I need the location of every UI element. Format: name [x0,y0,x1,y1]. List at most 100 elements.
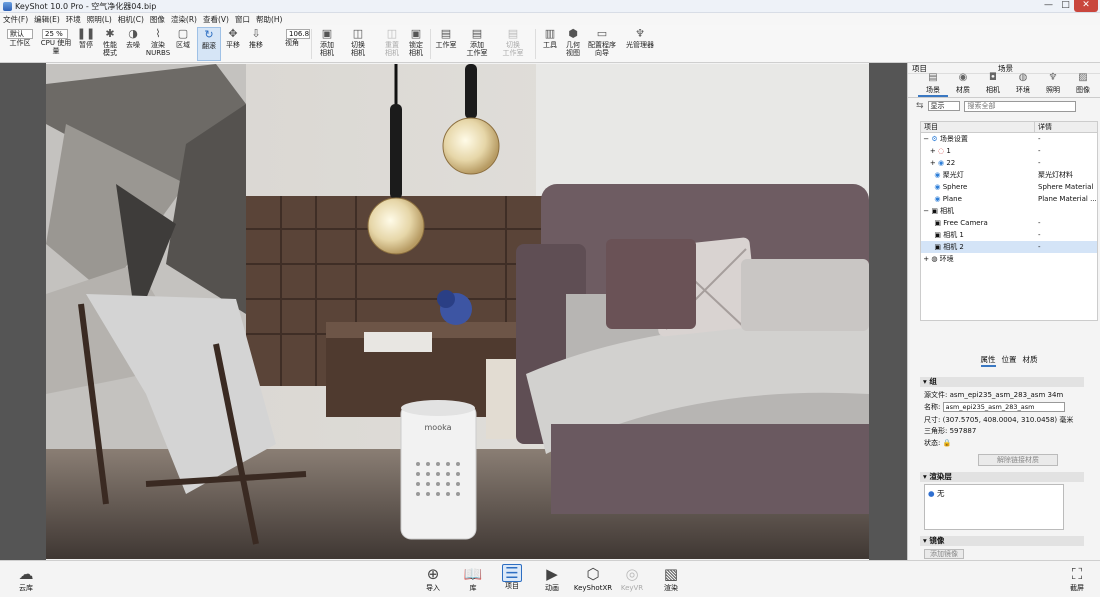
render-button[interactable]: ▧ 渲染 [651,564,691,593]
dolly-icon: ⇩ [251,27,261,40]
menu-file[interactable]: 文件(F) [3,14,28,25]
screenshot-icon: ⛶ [1071,565,1083,583]
tab-position[interactable]: 位置 [1002,353,1017,367]
tab-environment[interactable]: ◍ 环境 [1008,73,1038,97]
layer-item[interactable]: ● 无 [925,485,1063,502]
unlink-material-button[interactable]: 解除链接材质 [978,454,1058,466]
maximize-button[interactable]: □ [1057,0,1074,12]
lock-icon[interactable]: 🔒 [943,439,952,447]
pan-icon: ✥ [228,27,238,40]
tab-lighting[interactable]: ♆ 照明 [1038,72,1068,97]
lighting-icon: ♆ [1048,72,1058,83]
pause-icon: ❚❚ [76,27,96,40]
import-button[interactable]: ⊕ 导入 [413,564,453,593]
search-input[interactable]: 搜索全部 [963,100,1076,112]
switch-camera-button[interactable]: ◫ 切换 相机 [346,27,370,61]
tree-row[interactable]: ◉ Sphere Sphere Material [921,181,1097,193]
light-manager-icon: ♆ [635,27,645,40]
cloud-icon: ☁ [18,565,34,583]
tree-row[interactable]: ◉ 聚光灯 聚光灯材料 [921,169,1097,181]
cpu-usage-button[interactable]: CPU 使用量 [38,39,74,61]
menu-lighting[interactable]: 照明(L) [87,14,112,25]
viewport-border-right [869,63,907,560]
screenshot-button[interactable]: ⛶ 截屏 [1057,564,1097,593]
menu-window[interactable]: 窗口 [235,14,250,25]
configurator-wizard-button[interactable]: ▭ 配置程序 向导 [586,27,618,61]
pan-button[interactable]: ✥ 平移 [223,27,243,61]
tree-row[interactable]: + ◌ 1- [921,145,1097,157]
tab-material[interactable]: 材质 [1023,353,1038,367]
panel-header-left: 项目 [912,63,927,73]
geometry-view-button[interactable]: ⬢ 几何 视图 [562,27,584,61]
region-icon: ▢ [177,27,189,40]
tree-row[interactable]: + ◉ 22- [921,157,1097,169]
region-button[interactable]: ▢ 区域 [173,27,193,61]
ribbon-toolbar: 默认 25 % 工作区 CPU 使用量 ❚❚ 暂停 ✱ 性能 模式 ◑ 去噪 ⌇ 渲染 … [0,25,1100,63]
render-layer-section-header[interactable]: ▾ 渲染层 [920,472,1084,482]
light-manager-button[interactable]: ♆ 光管理器 [624,27,656,61]
add-camera-button[interactable]: ▣ 添加 相机 [316,27,338,61]
configurator-icon: ▭ [596,27,608,40]
studio-switch-icon: ▤ [507,27,519,40]
reset-camera-button[interactable]: ◫ 重置 相机 [381,27,403,61]
menu-view[interactable]: 查看(V) [203,14,229,25]
performance-mode-button[interactable]: ✱ 性能 模式 [99,27,121,61]
minimize-button[interactable]: — [1040,0,1057,12]
name-row: 名称: asm_epi235_asm_283_asm [924,402,1065,412]
display-select[interactable]: 显示 [927,101,960,111]
bottom-bar: ☁ 云库 ⊕ 导入 📖 库 ☰ 项目 ▶ 动画 ⬡ KeyShotXR ◎ KeyVR ▧ 渲染… [0,560,1100,597]
render-icon: ▧ [663,565,679,583]
lock-camera-button[interactable]: ▣ 锁定 相机 [405,27,427,61]
preset-select[interactable]: 默认 [7,29,33,39]
mirror-section-header[interactable]: ▾ 镜像 [920,536,1084,546]
tumble-button[interactable]: ↻ 翻滚 [197,27,221,61]
tab-materials[interactable]: ◉ 材质 [948,73,978,97]
filter-icon[interactable]: ⇆ [916,101,924,111]
tree-row[interactable]: ◉ Plane Plane Material ... [921,193,1097,205]
tree-row[interactable]: + ◍ 环境 [921,253,1097,265]
cloud-library-button[interactable]: ☁ 云库 [6,564,46,593]
render-viewport[interactable]: mooka [46,64,869,559]
name-input[interactable]: asm_epi235_asm_283_asm [942,402,1065,412]
render-nurbs-button[interactable]: ⌇ 渲染 NURBS [146,27,170,61]
tab-camera[interactable]: ◘ 相机 [978,73,1008,97]
workspace-button[interactable]: 工作区 [6,39,34,61]
state-row: 状态: 🔒 [924,439,952,447]
keyvr-button[interactable]: ◎ KeyVR [612,564,652,593]
studio-button[interactable]: ▤ 工作室 [434,27,458,61]
switch-studio-button[interactable]: ▤ 切换 工作室 [499,27,527,61]
menu-environment[interactable]: 环境 [66,14,81,25]
menu-help[interactable]: 帮助(H) [256,14,283,25]
project-button[interactable]: ☰ 项目 [492,564,532,591]
tab-properties[interactable]: 属性 [980,353,996,367]
tools-icon: ▥ [544,27,556,40]
camera-add-icon: ▣ [321,27,333,40]
fov-input[interactable]: 106.8 [286,29,310,39]
menu-camera[interactable]: 相机(C) [118,14,144,25]
tab-scene[interactable]: ▤ 场景 [918,73,948,97]
menu-edit[interactable]: 编辑(E) [34,14,60,25]
fov-button[interactable]: 视角 [280,39,304,61]
library-button[interactable]: 📖 库 [453,564,493,593]
tree-row[interactable]: − ⚙ 场景设置 - [921,133,1097,145]
tree-row[interactable]: ▣ Free Camera - [921,217,1097,229]
denoise-button[interactable]: ◑ 去噪 [123,27,143,61]
zoom-select[interactable]: 25 % [42,29,68,39]
add-studio-button[interactable]: ▤ 添加 工作室 [464,27,490,61]
add-mirror-button[interactable]: 添加镜像 [924,549,964,559]
close-button[interactable]: ✕ [1074,0,1098,12]
animation-button[interactable]: ▶ 动画 [532,564,572,593]
tree-row[interactable]: − ▣ 相机 [921,205,1097,217]
dolly-button[interactable]: ⇩ 推移 [246,27,266,61]
keyshotxr-button[interactable]: ⬡ KeyShotXR [572,564,614,593]
panel-header-center: 场景 [998,63,1013,73]
tab-image[interactable]: ▨ 图像 [1068,73,1098,97]
menu-image[interactable]: 图像 [150,14,165,25]
pause-button[interactable]: ❚❚ 暂停 [76,27,96,61]
tree-header-detail: 详情 [1038,123,1052,131]
tools-button[interactable]: ▥ 工具 [540,27,560,61]
tree-row[interactable]: ▣ 相机 1- [921,229,1097,241]
tree-row[interactable]: ▣ 相机 2- [921,241,1097,253]
group-section-header[interactable]: ▾ 组 [920,377,1084,387]
menu-render[interactable]: 渲染(R) [171,14,197,25]
